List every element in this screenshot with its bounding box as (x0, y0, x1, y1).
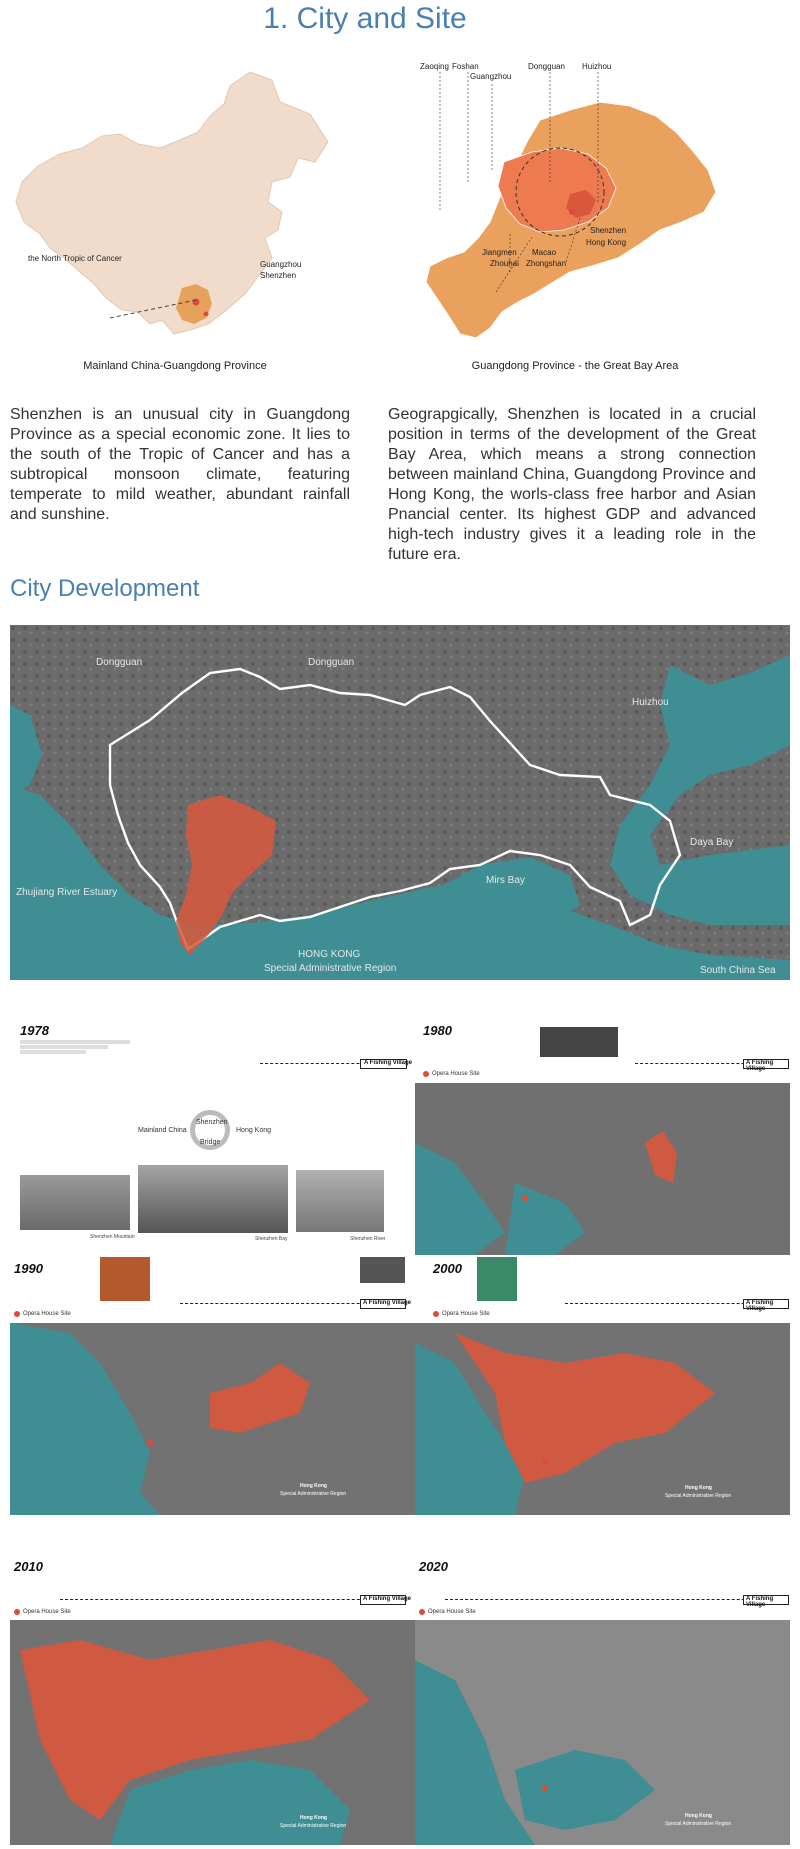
map-right-caption: Guangdong Province - the Great Bay Area (471, 360, 679, 372)
diagram-bottom: Bridge (200, 1139, 221, 1146)
aer-daya-bay: Daya Bay (690, 837, 733, 848)
archival-photo (100, 1257, 150, 1301)
sar-label: Special Administrative Region (280, 1823, 347, 1829)
para-left: Shenzhen is an unusual city in Guangdong… (10, 406, 350, 523)
label-foshan: Foshan (452, 62, 479, 71)
legend-opera: Opera House Site (423, 1071, 480, 1077)
legend-opera: Opera House Site (433, 1311, 490, 1317)
sar-label: Special Administrative Region (665, 1821, 732, 1827)
aer-hong-kong: HONG KONG (298, 949, 360, 960)
photo-caption-mountain: Shenzhen Mountain (90, 1234, 135, 1240)
legend-label: Opera House Site (428, 1609, 476, 1615)
aerial-map: Dongguan Dongguan Huizhou Zhujiang River… (10, 625, 790, 980)
panel-2020: 2020 A Fishing Village Opera House Site … (415, 1555, 790, 1845)
label-zaoqing: Zaoqing (420, 62, 449, 71)
diagram-right: Hong Kong (236, 1127, 272, 1134)
aer-dongguan-right: Dongguan (308, 657, 354, 668)
legend-opera: Opera House Site (419, 1609, 476, 1615)
timeline-label: A Fishing Village (363, 1596, 412, 1602)
label-shenzhen: Shenzhen (590, 226, 627, 235)
map-left-caption: Mainland China-Guangdong Province (83, 360, 267, 372)
diagram-left: Mainland China (138, 1127, 187, 1134)
archival-photo-crowd (360, 1257, 405, 1283)
label-jiangmen: Jiangmen (482, 248, 517, 257)
legend-opera: Opera House Site (14, 1311, 71, 1317)
timeline-line (445, 1599, 785, 1600)
hk-label: Hong Kong (300, 1815, 327, 1821)
aer-zhujiang: Zhujiang River Estuary (16, 887, 117, 898)
panel-year: 1978 (20, 1023, 49, 1038)
aer-sar: Special Administrative Region (264, 963, 396, 974)
timeline-label: A Fishing Village (746, 1596, 774, 1608)
label-hongkong: Hong Kong (586, 238, 627, 247)
legend-opera: Opera House Site (14, 1609, 71, 1615)
gba-map: Zaoqing Foshan Guangzhou Dongguan Huizho… (420, 62, 730, 352)
label-dongguan: Dongguan (528, 62, 565, 71)
label-macao: Macao (532, 248, 557, 257)
panel-2000: 2000 A Fishing Village Opera House Site … (415, 1255, 790, 1515)
panel-year: 1990 (14, 1261, 43, 1276)
panel-year: 2020 (419, 1559, 448, 1574)
panel-year: 1980 (423, 1023, 452, 1038)
aerial-image (415, 1620, 790, 1845)
archival-photo (477, 1257, 517, 1301)
aerial-image (415, 1323, 790, 1515)
panel-note (20, 1039, 130, 1055)
hk-label: Hong Kong (300, 1483, 327, 1489)
label-huizhou: Huizhou (582, 62, 612, 71)
panel-1978: 1978 A Fishing Village Mainland China Ho… (10, 1015, 415, 1255)
legend-label: Opera House Site (442, 1311, 490, 1317)
legend-label: Opera House Site (23, 1609, 71, 1615)
aerial-image (10, 1620, 415, 1845)
page-title: 1. City and Site (263, 2, 467, 35)
archival-photo (540, 1027, 618, 1057)
panel-year: 2000 (433, 1261, 462, 1276)
aer-mirs-bay: Mirs Bay (486, 875, 525, 886)
panel-2010: 2010 A Fishing Village Opera House Site … (10, 1555, 415, 1845)
sar-label: Special Administrative Region (280, 1491, 347, 1497)
shenzhen-label: Shenzhen (260, 271, 297, 280)
hk-label: Hong Kong (685, 1485, 712, 1491)
sar-label: Special Administrative Region (665, 1493, 732, 1499)
para-right: Geograpgically, Shenzhen is located in a… (388, 406, 756, 563)
photo-bay (138, 1165, 288, 1233)
photo-mountain (20, 1175, 130, 1230)
hk-label: Hong Kong (685, 1813, 712, 1819)
legend-label: Opera House Site (23, 1311, 71, 1317)
timeline-label: A Fishing Village (364, 1060, 413, 1066)
panel-1980: 1980 A Fishing Village Opera House Site (415, 1015, 790, 1255)
aer-south-china-sea: South China Sea (700, 965, 776, 976)
diagram-top: Shenzhen (196, 1119, 228, 1126)
photo-river (296, 1170, 384, 1232)
guangzhou-label: Guangzhou (260, 260, 302, 269)
aer-huizhou: Huizhou (632, 697, 669, 708)
timeline-label: A Fishing Village (746, 1300, 774, 1312)
aerial-image (415, 1083, 790, 1255)
label-guangzhou: Guangzhou (470, 72, 512, 81)
timeline-line (60, 1599, 400, 1600)
tropic-label: the North Tropic of Cancer (28, 254, 122, 263)
aer-dongguan-left: Dongguan (96, 657, 142, 668)
photo-caption-river: Shenzhen River (350, 1236, 386, 1242)
aerial-image (10, 1323, 415, 1515)
section-subtitle: City Development (10, 575, 200, 602)
photo-caption-bay: Shenzhen Bay (255, 1236, 288, 1242)
china-map: the North Tropic of Cancer Guangzhou She… (10, 62, 340, 342)
timeline-label: A Fishing Village (746, 1060, 774, 1072)
legend-label: Opera House Site (432, 1071, 480, 1077)
panel-year: 2010 (14, 1559, 43, 1574)
panel-1990: 1990 A Fishing Village Opera House Site … (10, 1255, 415, 1515)
label-zhouhai: Zhouhai (490, 259, 519, 268)
label-zhongshan: Zhongshan (526, 259, 567, 268)
timeline-label: A Fishing Village (363, 1300, 412, 1306)
